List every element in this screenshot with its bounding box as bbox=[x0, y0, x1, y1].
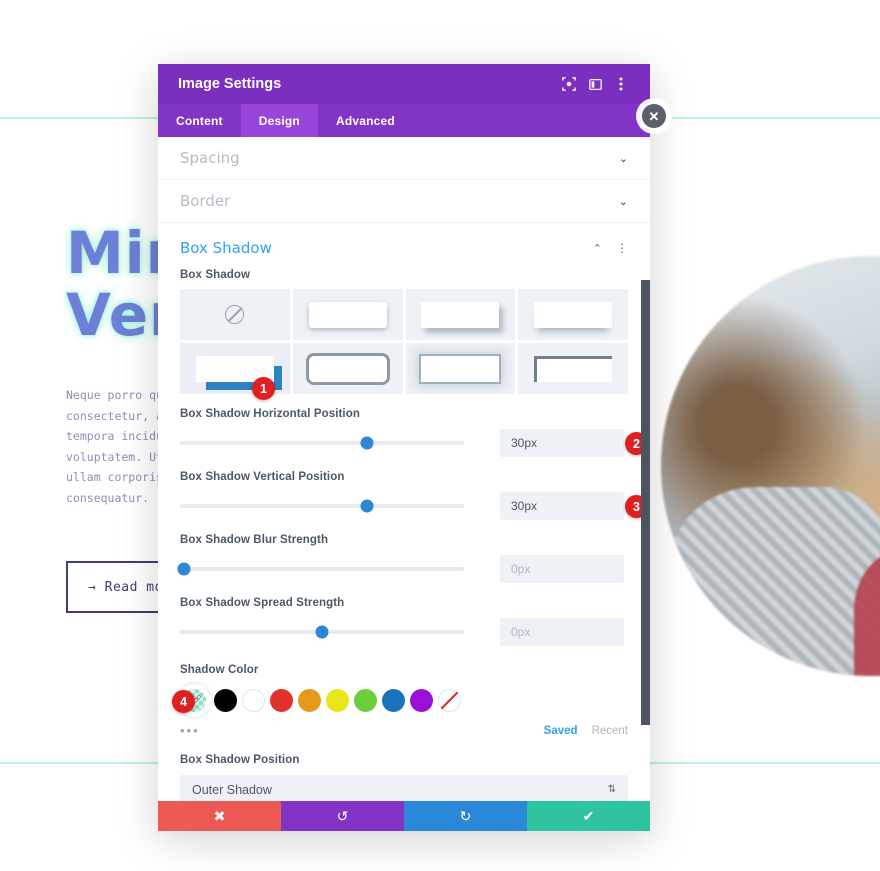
modal-header: Image Settings bbox=[158, 64, 650, 104]
preset-none[interactable] bbox=[180, 289, 290, 340]
value-text: 30px bbox=[511, 436, 538, 450]
tab-design[interactable]: Design bbox=[240, 104, 318, 137]
focus-target-icon[interactable] bbox=[556, 71, 582, 97]
kebab-menu-icon[interactable] bbox=[608, 71, 634, 97]
slider-track[interactable] bbox=[180, 625, 464, 639]
preset-soft-bottom[interactable] bbox=[292, 289, 403, 340]
box-shadow-title: Box Shadow bbox=[180, 239, 272, 257]
no-shadow-icon bbox=[225, 305, 245, 324]
box-shadow-position-group: Box Shadow Position Outer Shadow ⇅ bbox=[180, 754, 628, 801]
split-view-icon[interactable] bbox=[582, 71, 608, 97]
swatch-white[interactable] bbox=[242, 689, 265, 712]
preset-glow-outline[interactable] bbox=[405, 343, 516, 394]
swatch-transparent[interactable] bbox=[438, 689, 461, 712]
preset-outline-rounded[interactable] bbox=[292, 343, 403, 394]
tab-saved-colors[interactable]: Saved bbox=[544, 725, 578, 737]
tab-content[interactable]: Content bbox=[158, 104, 241, 137]
background-photo bbox=[661, 256, 880, 676]
shadow-color-swatches: 4 bbox=[172, 686, 628, 715]
slider-thumb[interactable] bbox=[177, 562, 191, 576]
slider-track[interactable] bbox=[180, 436, 464, 450]
tab-advanced[interactable]: Advanced bbox=[318, 104, 413, 137]
swatch-meta-row: ••• Saved Recent bbox=[180, 723, 628, 738]
kebab-menu-icon[interactable]: ⋮ bbox=[616, 241, 628, 255]
slider-track[interactable] bbox=[180, 499, 464, 513]
slider-thumb[interactable] bbox=[360, 436, 374, 450]
swatch-blue[interactable] bbox=[382, 689, 405, 712]
cancel-button[interactable]: ✖ bbox=[158, 801, 281, 831]
section-spacing-label: Spacing bbox=[180, 149, 240, 167]
slider-blur-strength: Box Shadow Blur Strength 0px bbox=[177, 534, 628, 583]
image-settings-modal: Image Settings Content Design Advanced S… bbox=[158, 64, 650, 831]
modal-footer: ✖ ↺ ↻ ✔ bbox=[158, 801, 650, 831]
slider-label: Box Shadow Horizontal Position bbox=[180, 408, 360, 420]
box-shadow-preset-grid: 1 bbox=[180, 289, 628, 400]
slider-spread-strength: Box Shadow Spread Strength 0px bbox=[180, 597, 628, 646]
more-colors-icon[interactable]: ••• bbox=[180, 723, 530, 738]
section-box-shadow: Box Shadow ⌃ ⋮ Box Shadow 1 Box Shadow H… bbox=[158, 223, 650, 801]
preset-wide-bottom[interactable] bbox=[518, 289, 628, 340]
chevron-up-icon[interactable]: ⌃ bbox=[593, 242, 602, 255]
tab-recent-colors[interactable]: Recent bbox=[592, 725, 628, 737]
chevron-down-icon: ⌄ bbox=[618, 151, 628, 165]
shadow-color-group: Shadow Color 4 ••• Saved Recent bbox=[172, 664, 628, 738]
swatch-black[interactable] bbox=[214, 689, 237, 712]
undo-button[interactable]: ↺ bbox=[281, 801, 404, 831]
redo-button[interactable]: ↻ bbox=[404, 801, 527, 831]
callout-badge-1: 1 bbox=[252, 377, 275, 400]
preset-solid-offset-blue[interactable]: 1 bbox=[180, 343, 290, 400]
slider-label: Box Shadow Blur Strength bbox=[180, 534, 329, 546]
preset-top-left-border[interactable] bbox=[518, 343, 628, 394]
box-shadow-position-label: Box Shadow Position bbox=[180, 754, 300, 766]
modal-tabs: Content Design Advanced bbox=[158, 104, 650, 137]
chevron-down-icon: ⌄ bbox=[618, 194, 628, 208]
slider-thumb[interactable] bbox=[360, 499, 374, 513]
panel-scrollbar[interactable] bbox=[641, 280, 650, 725]
box-shadow-preset-label: Box Shadow bbox=[180, 269, 251, 281]
spread-strength-value[interactable]: 0px bbox=[500, 618, 624, 646]
shadow-color-label: Shadow Color bbox=[180, 664, 259, 676]
slider-label: Box Shadow Spread Strength bbox=[180, 597, 345, 609]
box-shadow-position-select[interactable]: Outer Shadow ⇅ bbox=[180, 775, 628, 801]
preset-offset-bottom-right[interactable] bbox=[405, 289, 516, 340]
value-text: 30px bbox=[511, 499, 538, 513]
modal-body: Spacing ⌄ Border ⌄ Box Shadow ⌃ ⋮ Box Sh… bbox=[158, 137, 650, 801]
close-icon[interactable]: ✕ bbox=[642, 104, 666, 128]
section-border-label: Border bbox=[180, 192, 231, 210]
slider-vertical-position: Box Shadow Vertical Position 30px 3 bbox=[180, 471, 648, 520]
horizontal-position-value[interactable]: 30px 2 bbox=[500, 429, 648, 457]
slider-label: Box Shadow Vertical Position bbox=[180, 471, 345, 483]
swatch-orange[interactable] bbox=[298, 689, 321, 712]
slider-thumb[interactable] bbox=[315, 625, 329, 639]
vertical-position-value[interactable]: 30px 3 bbox=[500, 492, 648, 520]
swatch-green[interactable] bbox=[354, 689, 377, 712]
select-value: Outer Shadow bbox=[192, 783, 272, 797]
section-border[interactable]: Border ⌄ bbox=[158, 180, 650, 223]
save-button[interactable]: ✔ bbox=[527, 801, 650, 831]
modal-title: Image Settings bbox=[178, 76, 282, 92]
box-shadow-header[interactable]: Box Shadow ⌃ ⋮ bbox=[180, 223, 628, 269]
slider-horizontal-position: Box Shadow Horizontal Position 30px 2 bbox=[180, 408, 648, 457]
swatch-yellow[interactable] bbox=[326, 689, 349, 712]
swatch-purple[interactable] bbox=[410, 689, 433, 712]
chevron-updown-icon: ⇅ bbox=[607, 784, 616, 795]
blur-strength-value[interactable]: 0px bbox=[500, 555, 624, 583]
callout-badge-4: 4 bbox=[172, 690, 195, 713]
section-spacing[interactable]: Spacing ⌄ bbox=[158, 137, 650, 180]
swatch-red[interactable] bbox=[270, 689, 293, 712]
slider-track[interactable] bbox=[177, 562, 464, 576]
